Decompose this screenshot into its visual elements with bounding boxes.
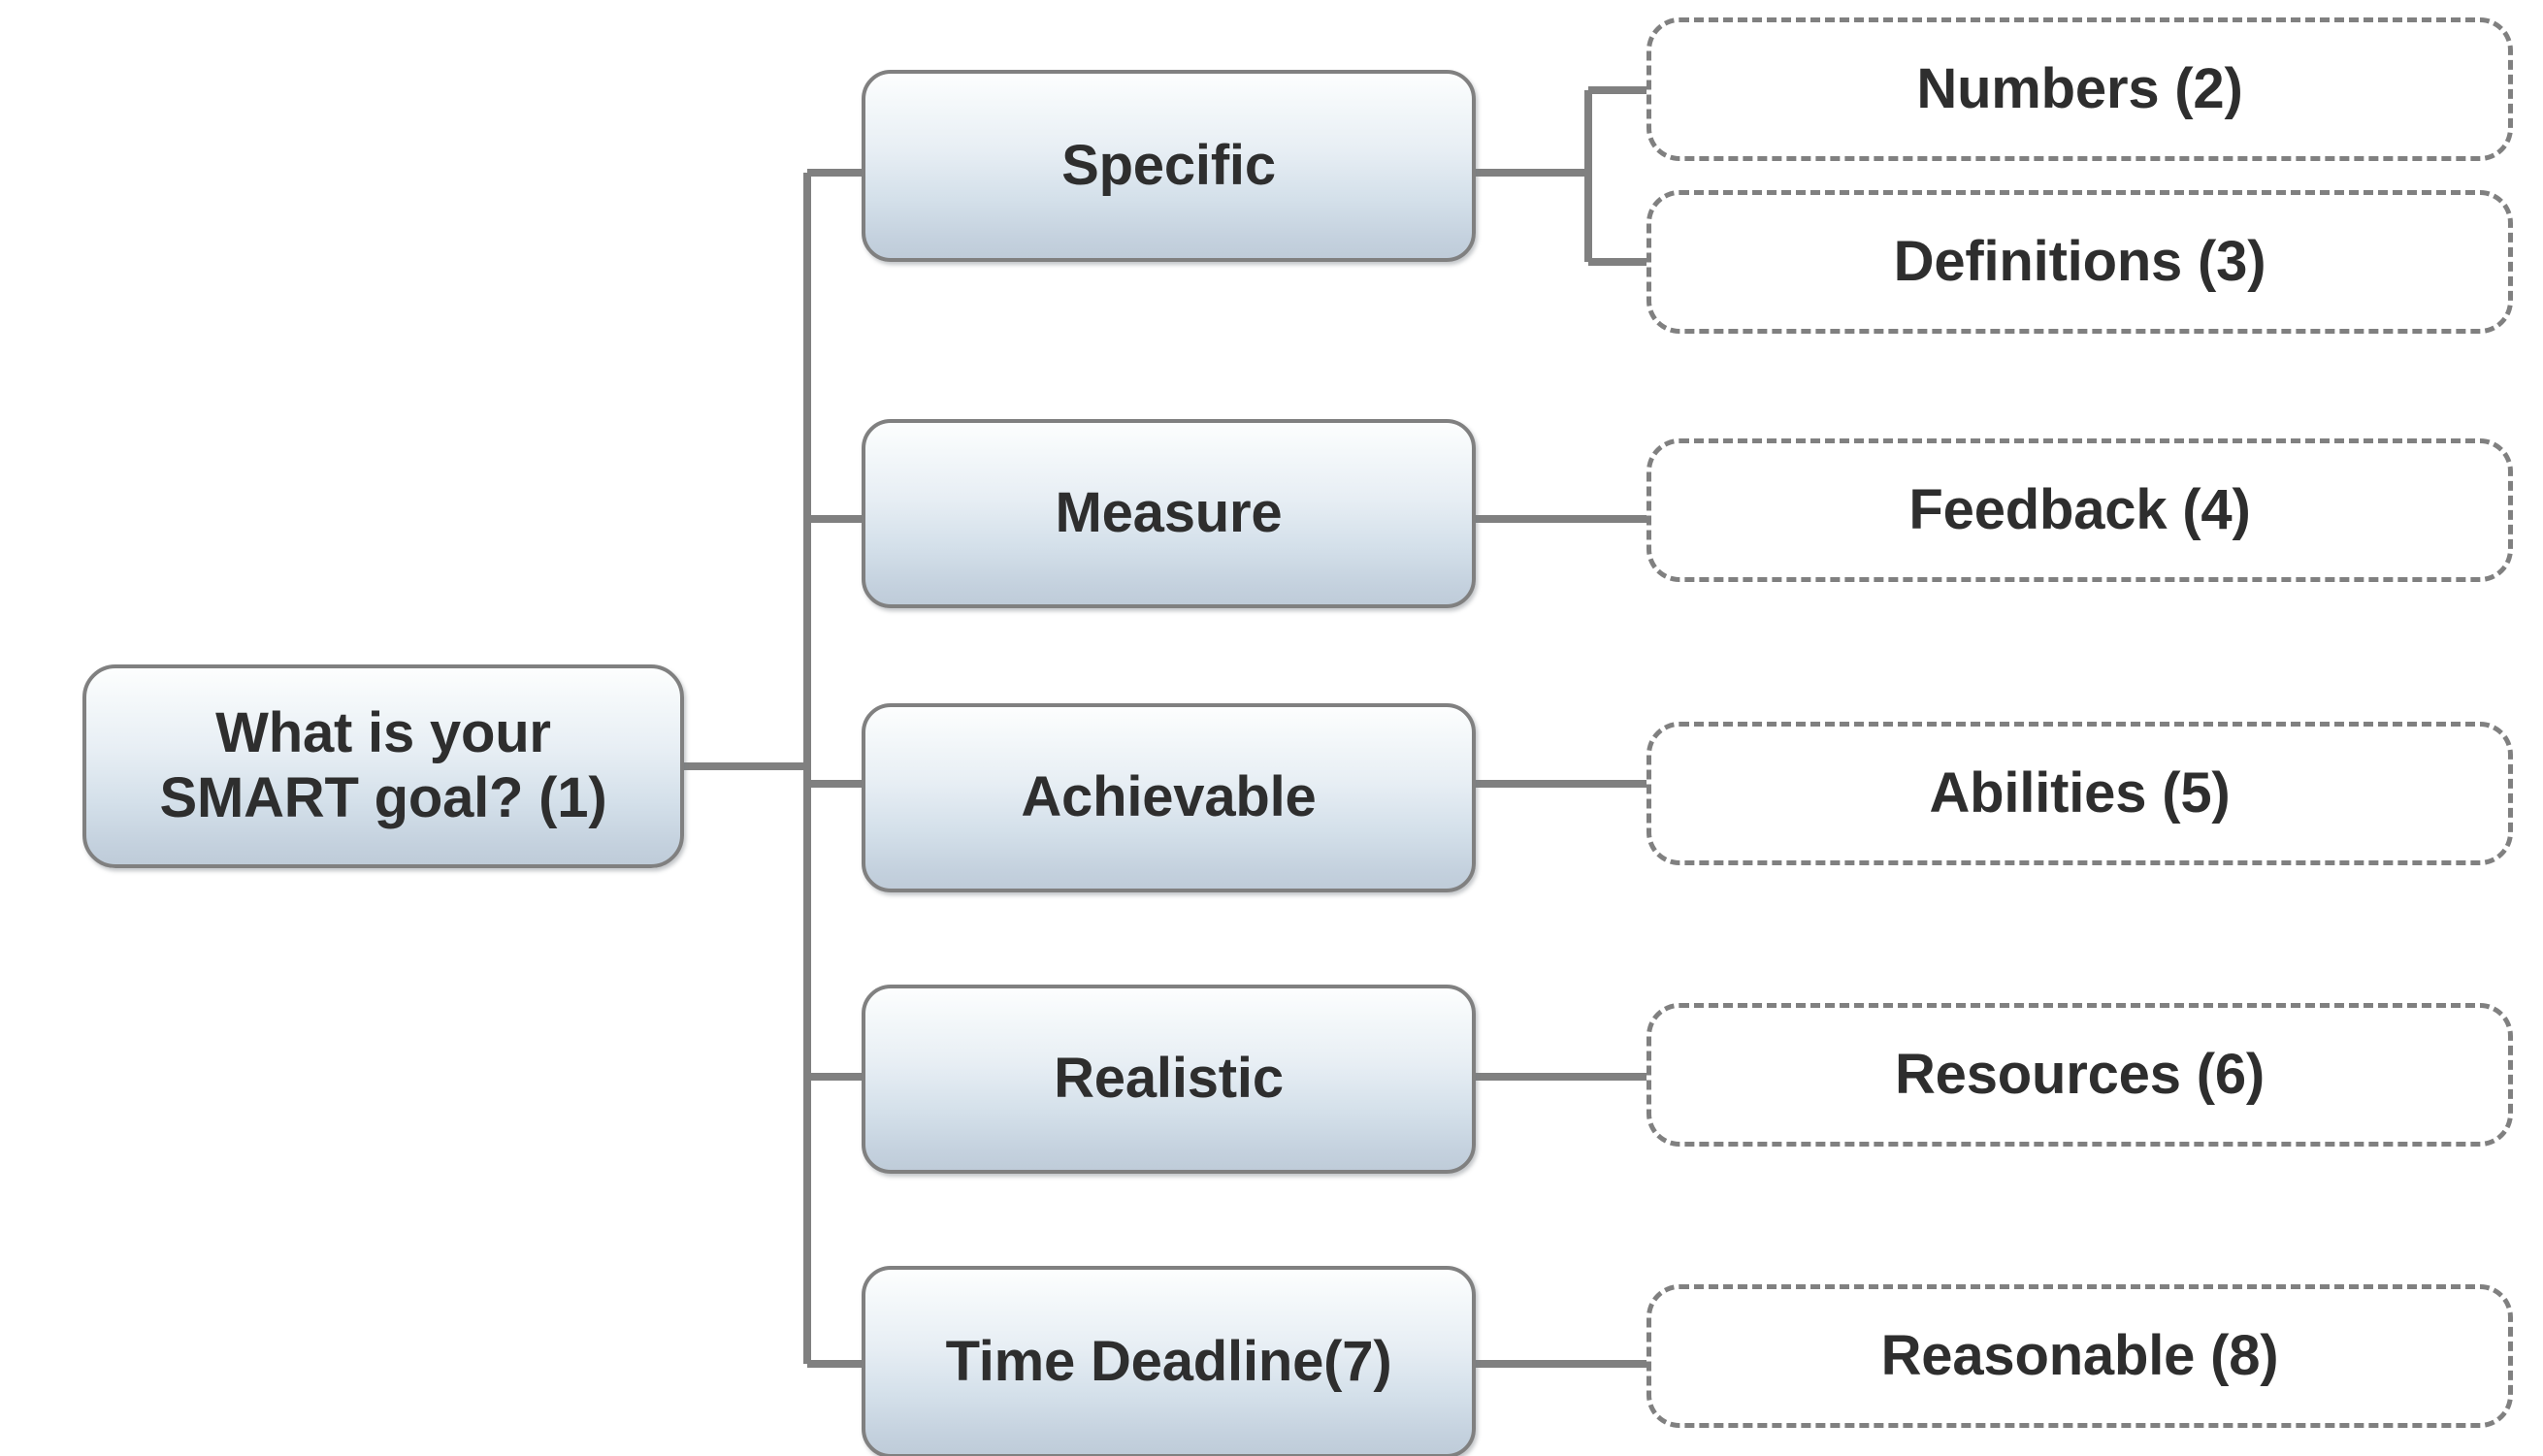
node-definitions-label: Definitions (3)	[1893, 229, 2266, 293]
diagram-canvas: What is your SMART goal? (1) Specific Me…	[0, 0, 2543, 1456]
node-numbers[interactable]: Numbers (2)	[1646, 17, 2513, 161]
node-time-deadline[interactable]: Time Deadline(7)	[862, 1266, 1476, 1456]
node-root-label: What is your SMART goal? (1)	[159, 701, 607, 829]
node-abilities[interactable]: Abilities (5)	[1646, 722, 2513, 865]
node-feedback-label: Feedback (4)	[1908, 477, 2251, 541]
node-realistic[interactable]: Realistic	[862, 985, 1476, 1174]
node-resources[interactable]: Resources (6)	[1646, 1003, 2513, 1147]
node-realistic-label: Realistic	[1054, 1047, 1284, 1111]
node-reasonable-label: Reasonable (8)	[1880, 1323, 2279, 1387]
node-achievable[interactable]: Achievable	[862, 703, 1476, 892]
node-achievable-label: Achievable	[1021, 765, 1317, 829]
node-resources-label: Resources (6)	[1895, 1042, 2265, 1106]
node-measure-label: Measure	[1055, 481, 1283, 545]
node-measure[interactable]: Measure	[862, 419, 1476, 608]
node-abilities-label: Abilities (5)	[1929, 760, 2231, 825]
node-specific-label: Specific	[1061, 133, 1276, 197]
node-root-smart-goal[interactable]: What is your SMART goal? (1)	[82, 664, 684, 868]
node-time-deadline-label: Time Deadline(7)	[945, 1329, 1392, 1393]
node-numbers-label: Numbers (2)	[1916, 56, 2243, 120]
node-specific[interactable]: Specific	[862, 70, 1476, 262]
node-definitions[interactable]: Definitions (3)	[1646, 190, 2513, 334]
node-feedback[interactable]: Feedback (4)	[1646, 438, 2513, 582]
node-reasonable[interactable]: Reasonable (8)	[1646, 1284, 2513, 1428]
